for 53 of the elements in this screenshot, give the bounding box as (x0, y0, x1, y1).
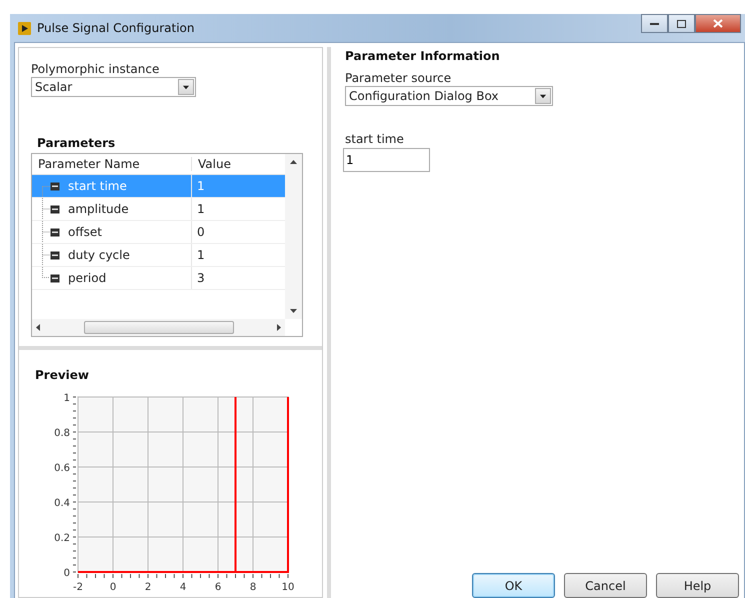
maximize-icon (677, 20, 686, 28)
section-title: Parameters (37, 136, 116, 150)
parameter-icon (50, 250, 60, 260)
section-title: Preview (35, 368, 90, 382)
tree-row[interactable]: offset 0 (32, 221, 285, 244)
window-title: Pulse Signal Configuration (37, 21, 196, 35)
parameter-icon (50, 204, 60, 214)
tick-label: 4 (180, 582, 186, 593)
tick-label: 0.2 (54, 533, 70, 544)
tick-label: 1 (64, 393, 70, 404)
tick-label: -2 (73, 582, 83, 593)
column-header[interactable]: Parameter Name (32, 157, 192, 171)
up-arrow-icon[interactable] (290, 160, 297, 164)
maximize-button[interactable] (668, 14, 695, 33)
tree-row[interactable]: amplitude 1 (32, 198, 285, 221)
parameter-icon (50, 274, 60, 282)
section-title: Parameter Information (345, 49, 501, 63)
scroll-thumb[interactable] (84, 321, 234, 334)
dialog-button[interactable]: OK (472, 573, 555, 598)
dialog-button[interactable]: Cancel (564, 573, 647, 598)
left-arrow-icon[interactable] (36, 324, 40, 331)
app-icon (18, 22, 31, 34)
tick-label: 10 (282, 582, 294, 593)
field-label: Parameter source (345, 71, 452, 85)
horizontal-scrollbar[interactable] (32, 319, 285, 336)
parameter-icon (50, 228, 60, 236)
close-icon (713, 19, 723, 28)
dropdown[interactable]: Configuration Dialog Box (345, 86, 553, 106)
vertical-scrollbar[interactable] (285, 154, 302, 319)
tick-label: 0.8 (54, 428, 70, 439)
tick-label: 0.4 (54, 498, 70, 509)
caret-icon (178, 79, 194, 95)
tick-label: 0.6 (54, 463, 70, 474)
tick-label: 0 (64, 568, 70, 579)
tree-row[interactable]: duty cycle 1 (32, 244, 285, 267)
tick-label: 0 (110, 582, 116, 593)
minimize-icon (650, 22, 659, 24)
field-label: start time (345, 132, 405, 146)
dialog-button[interactable]: Help (656, 573, 739, 598)
field-label: Polymorphic instance (31, 62, 160, 76)
caret-icon (535, 88, 551, 104)
column-header[interactable]: Value (192, 157, 231, 171)
minimize-button[interactable] (641, 14, 668, 33)
parameter-icon (50, 182, 60, 190)
tree-row[interactable]: period 3 (32, 267, 285, 290)
tick-label: 2 (144, 582, 152, 593)
right-arrow-icon[interactable] (277, 324, 281, 331)
input-field[interactable]: 1 (343, 148, 430, 172)
close-button[interactable] (695, 14, 741, 33)
tick-label: 6 (214, 582, 222, 593)
down-arrow-icon[interactable] (290, 309, 297, 313)
tick-label: 8 (250, 582, 256, 593)
dropdown[interactable]: Scalar (31, 77, 196, 97)
